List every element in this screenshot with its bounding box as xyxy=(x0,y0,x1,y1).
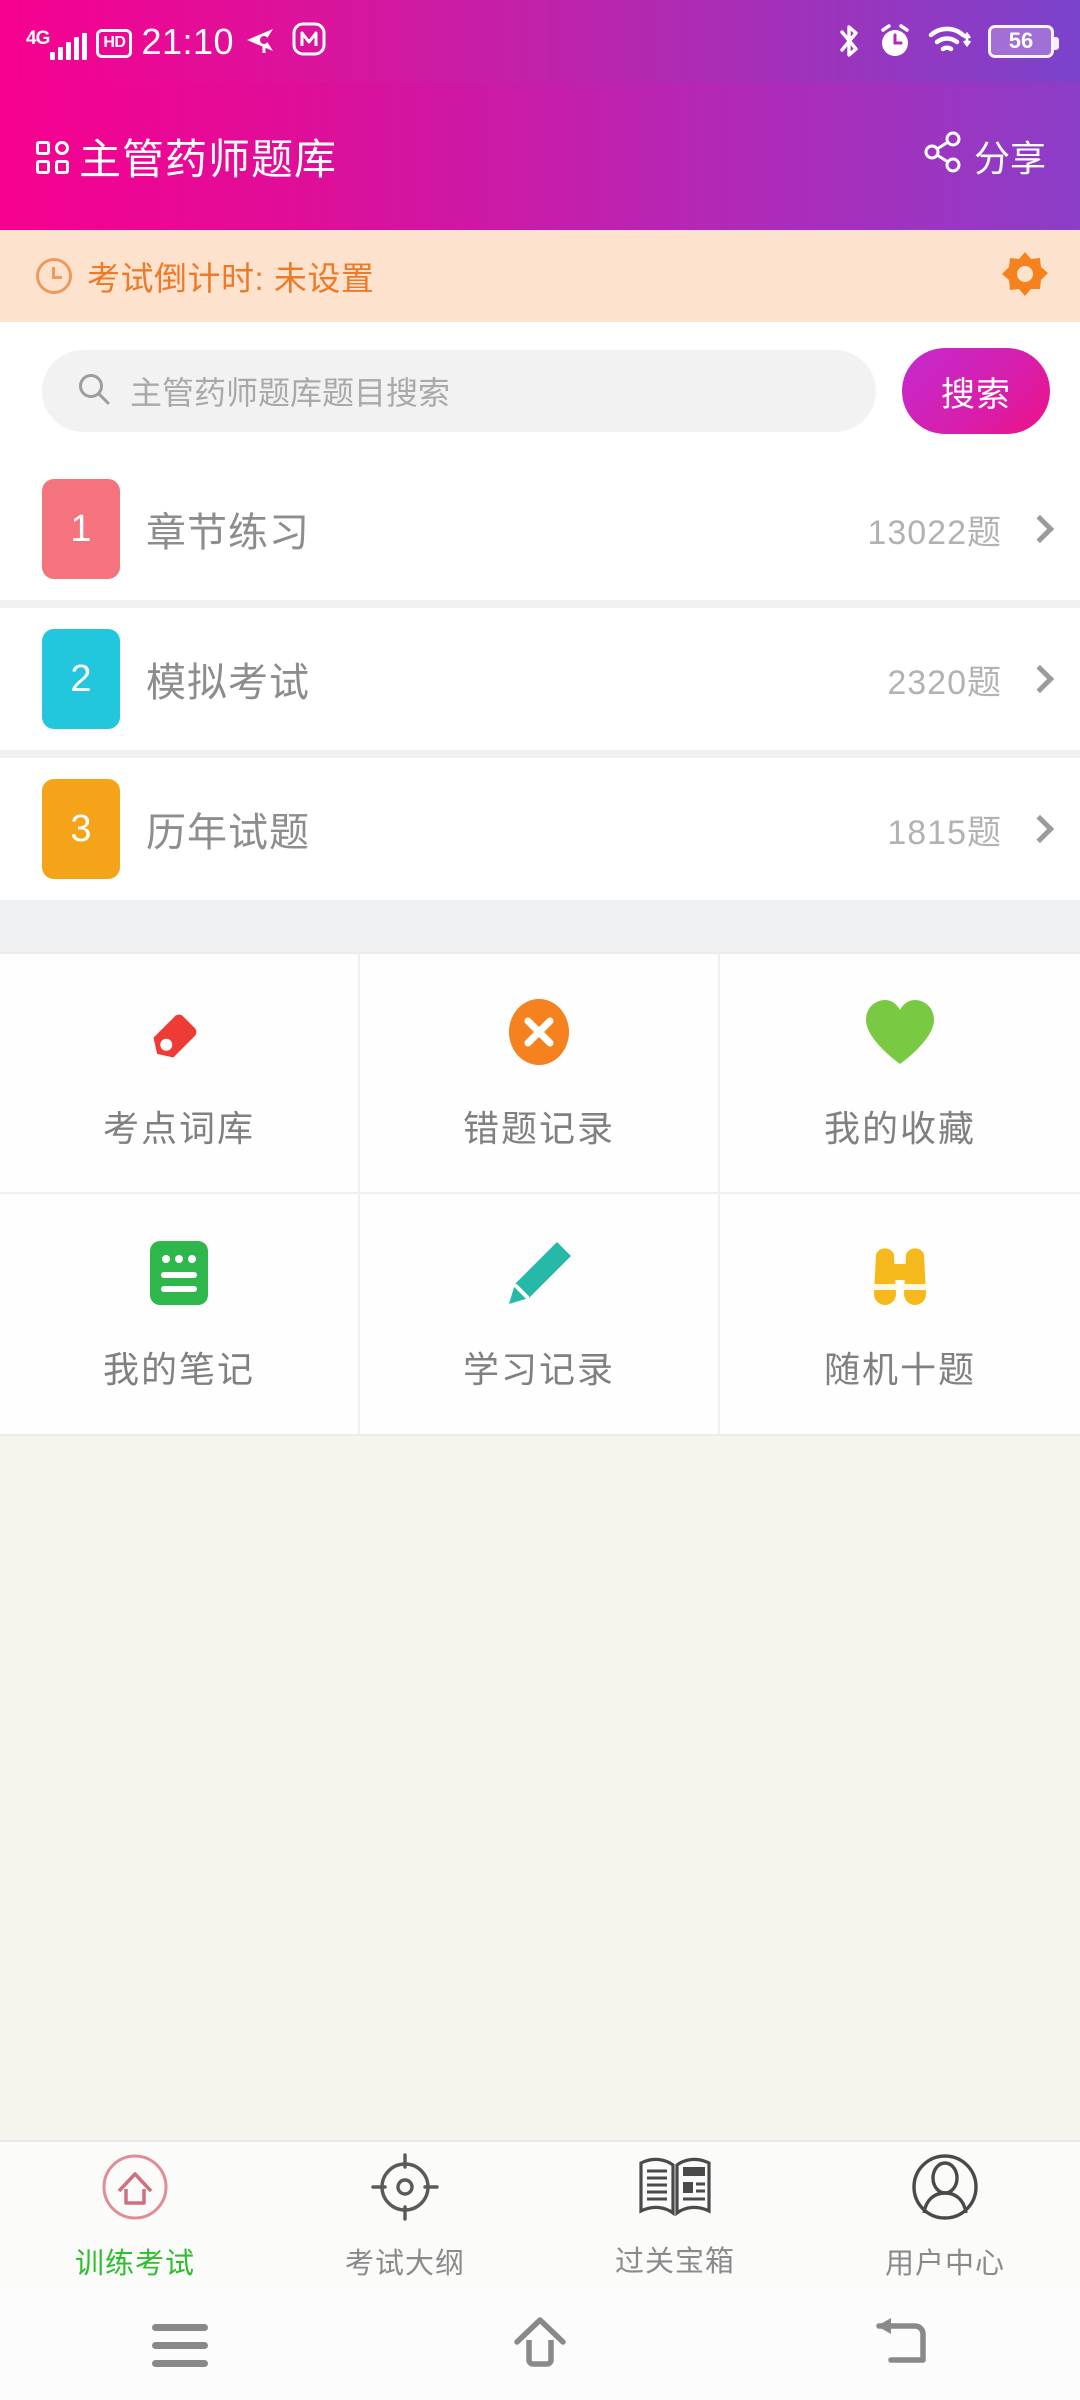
tab-treasure-box[interactable]: 过关宝箱 xyxy=(540,2142,810,2290)
tab-label: 用户中心 xyxy=(884,2247,1005,2280)
list-item-count: 1815题 xyxy=(887,813,1002,852)
list-item-count: 2320题 xyxy=(887,663,1002,702)
clock-icon xyxy=(36,258,72,294)
system-navigation-bar xyxy=(0,2290,1080,2400)
chevron-right-icon xyxy=(1025,664,1055,694)
battery-level-label: 56 xyxy=(1008,28,1034,53)
gear-icon[interactable] xyxy=(1000,249,1050,304)
tab-training-exam[interactable]: 训练考试 xyxy=(0,2142,270,2290)
chevron-right-icon xyxy=(1025,814,1055,844)
hd-icon: HD xyxy=(96,29,133,58)
tile-wode-shoucang[interactable]: 我的收藏 xyxy=(720,954,1080,1194)
exam-countdown-label: 考试倒计时: 未设置 xyxy=(87,260,375,297)
tile-label: 考点词库 xyxy=(102,1108,255,1149)
tile-wode-biji[interactable]: 我的笔记 xyxy=(0,1194,360,1434)
status-bar: 4G HD 21:10 56 xyxy=(0,0,1080,82)
tile-label: 错题记录 xyxy=(462,1108,615,1149)
tile-label: 我的笔记 xyxy=(102,1349,255,1390)
tab-label: 考试大纲 xyxy=(344,2247,465,2280)
list-item-label: 历年试题 xyxy=(146,811,310,855)
tile-label: 学习记录 xyxy=(462,1349,615,1390)
location-icon xyxy=(243,24,283,56)
status-bar-right: 56 xyxy=(836,22,1059,60)
pencil-icon xyxy=(503,1235,575,1311)
tile-label: 随机十题 xyxy=(823,1349,976,1390)
tile-xuexi-jilu[interactable]: 学习记录 xyxy=(360,1194,720,1434)
tab-label: 过关宝箱 xyxy=(614,2245,735,2278)
apps-grid-icon xyxy=(36,140,69,174)
section-gap xyxy=(0,900,1080,952)
search-icon xyxy=(76,371,112,412)
list-item[interactable]: 3 历年试题 1815题 xyxy=(0,758,1080,900)
practice-list: 1 章节练习 13022题 2 模拟考试 2320题 3 历年试题 1815题 xyxy=(0,458,1080,900)
bluetooth-icon xyxy=(836,22,862,60)
status-bar-left: 4G HD 21:10 xyxy=(26,22,326,60)
tile-cuoti-jilu[interactable]: 错题记录 xyxy=(360,954,720,1194)
bottom-tab-bar: 训练考试 考试大纲 过关宝箱 用户中心 xyxy=(0,2140,1080,2290)
back-icon[interactable] xyxy=(869,2314,931,2377)
tile-kaodian-cike[interactable]: 考点词库 xyxy=(0,954,360,1194)
tab-user-center[interactable]: 用户中心 xyxy=(810,2142,1080,2290)
exam-countdown-banner[interactable]: 考试倒计时: 未设置 xyxy=(0,230,1080,322)
menu-icon[interactable] xyxy=(152,2323,208,2367)
share-button[interactable]: 分享 xyxy=(924,130,1046,182)
list-item-badge: 3 xyxy=(42,779,120,879)
target-icon xyxy=(369,2151,441,2228)
tile-suiji-shiti[interactable]: 随机十题 xyxy=(720,1194,1080,1434)
tag-icon xyxy=(141,994,217,1070)
binoculars-icon xyxy=(862,1235,938,1311)
list-item-count: 13022题 xyxy=(867,513,1002,552)
alarm-clock-icon xyxy=(876,22,914,60)
home-circle-icon xyxy=(99,2151,171,2228)
search-button[interactable]: 搜索 xyxy=(902,348,1050,434)
app-header: 主管药师题库 分享 xyxy=(0,82,1080,230)
signal-bars-icon: 4G xyxy=(26,26,88,60)
list-item[interactable]: 2 模拟考试 2320题 xyxy=(0,608,1080,750)
content-empty-area xyxy=(0,1436,1080,2140)
tab-label: 训练考试 xyxy=(74,2247,195,2280)
close-circle-icon xyxy=(503,994,575,1070)
chevron-right-icon xyxy=(1025,514,1055,544)
tile-label: 我的收藏 xyxy=(823,1108,976,1149)
list-item-label: 章节练习 xyxy=(146,511,310,555)
list-item-badge: 2 xyxy=(42,629,120,729)
user-icon xyxy=(909,2151,981,2228)
list-item-label: 模拟考试 xyxy=(146,661,310,705)
search-placeholder: 主管药师题库题目搜索 xyxy=(130,375,451,411)
status-bar-time: 21:10 xyxy=(141,21,235,62)
home-icon[interactable] xyxy=(507,2312,573,2379)
share-icon xyxy=(924,131,964,182)
search-input[interactable]: 主管药师题库题目搜索 xyxy=(42,350,876,432)
heart-icon xyxy=(862,994,938,1070)
list-divider xyxy=(0,600,1080,608)
tab-exam-outline[interactable]: 考试大纲 xyxy=(270,2142,540,2290)
search-section: 主管药师题库题目搜索 搜索 xyxy=(0,322,1080,458)
newspaper-icon xyxy=(637,2153,713,2226)
page-title: 主管药师题库 xyxy=(36,126,337,187)
app-screen: 4G HD 21:10 56 主管药师题库 分享 考试倒计时: 未设置 主管药师… xyxy=(0,0,1080,2400)
battery-icon: 56 xyxy=(988,24,1059,58)
list-item-badge: 1 xyxy=(42,479,120,579)
list-divider xyxy=(0,750,1080,758)
quick-actions-grid: 考点词库 错题记录 我的收藏 我的笔记 学习记录 随机十题 xyxy=(0,952,1080,1436)
share-label: 分享 xyxy=(973,138,1046,179)
app-title-text: 主管药师题库 xyxy=(79,135,338,183)
list-item[interactable]: 1 章节练习 13022题 xyxy=(0,458,1080,600)
network-type-label: 4G xyxy=(26,28,50,49)
app-m-icon xyxy=(292,22,326,56)
wifi-icon xyxy=(928,23,974,59)
note-icon xyxy=(146,1235,212,1311)
